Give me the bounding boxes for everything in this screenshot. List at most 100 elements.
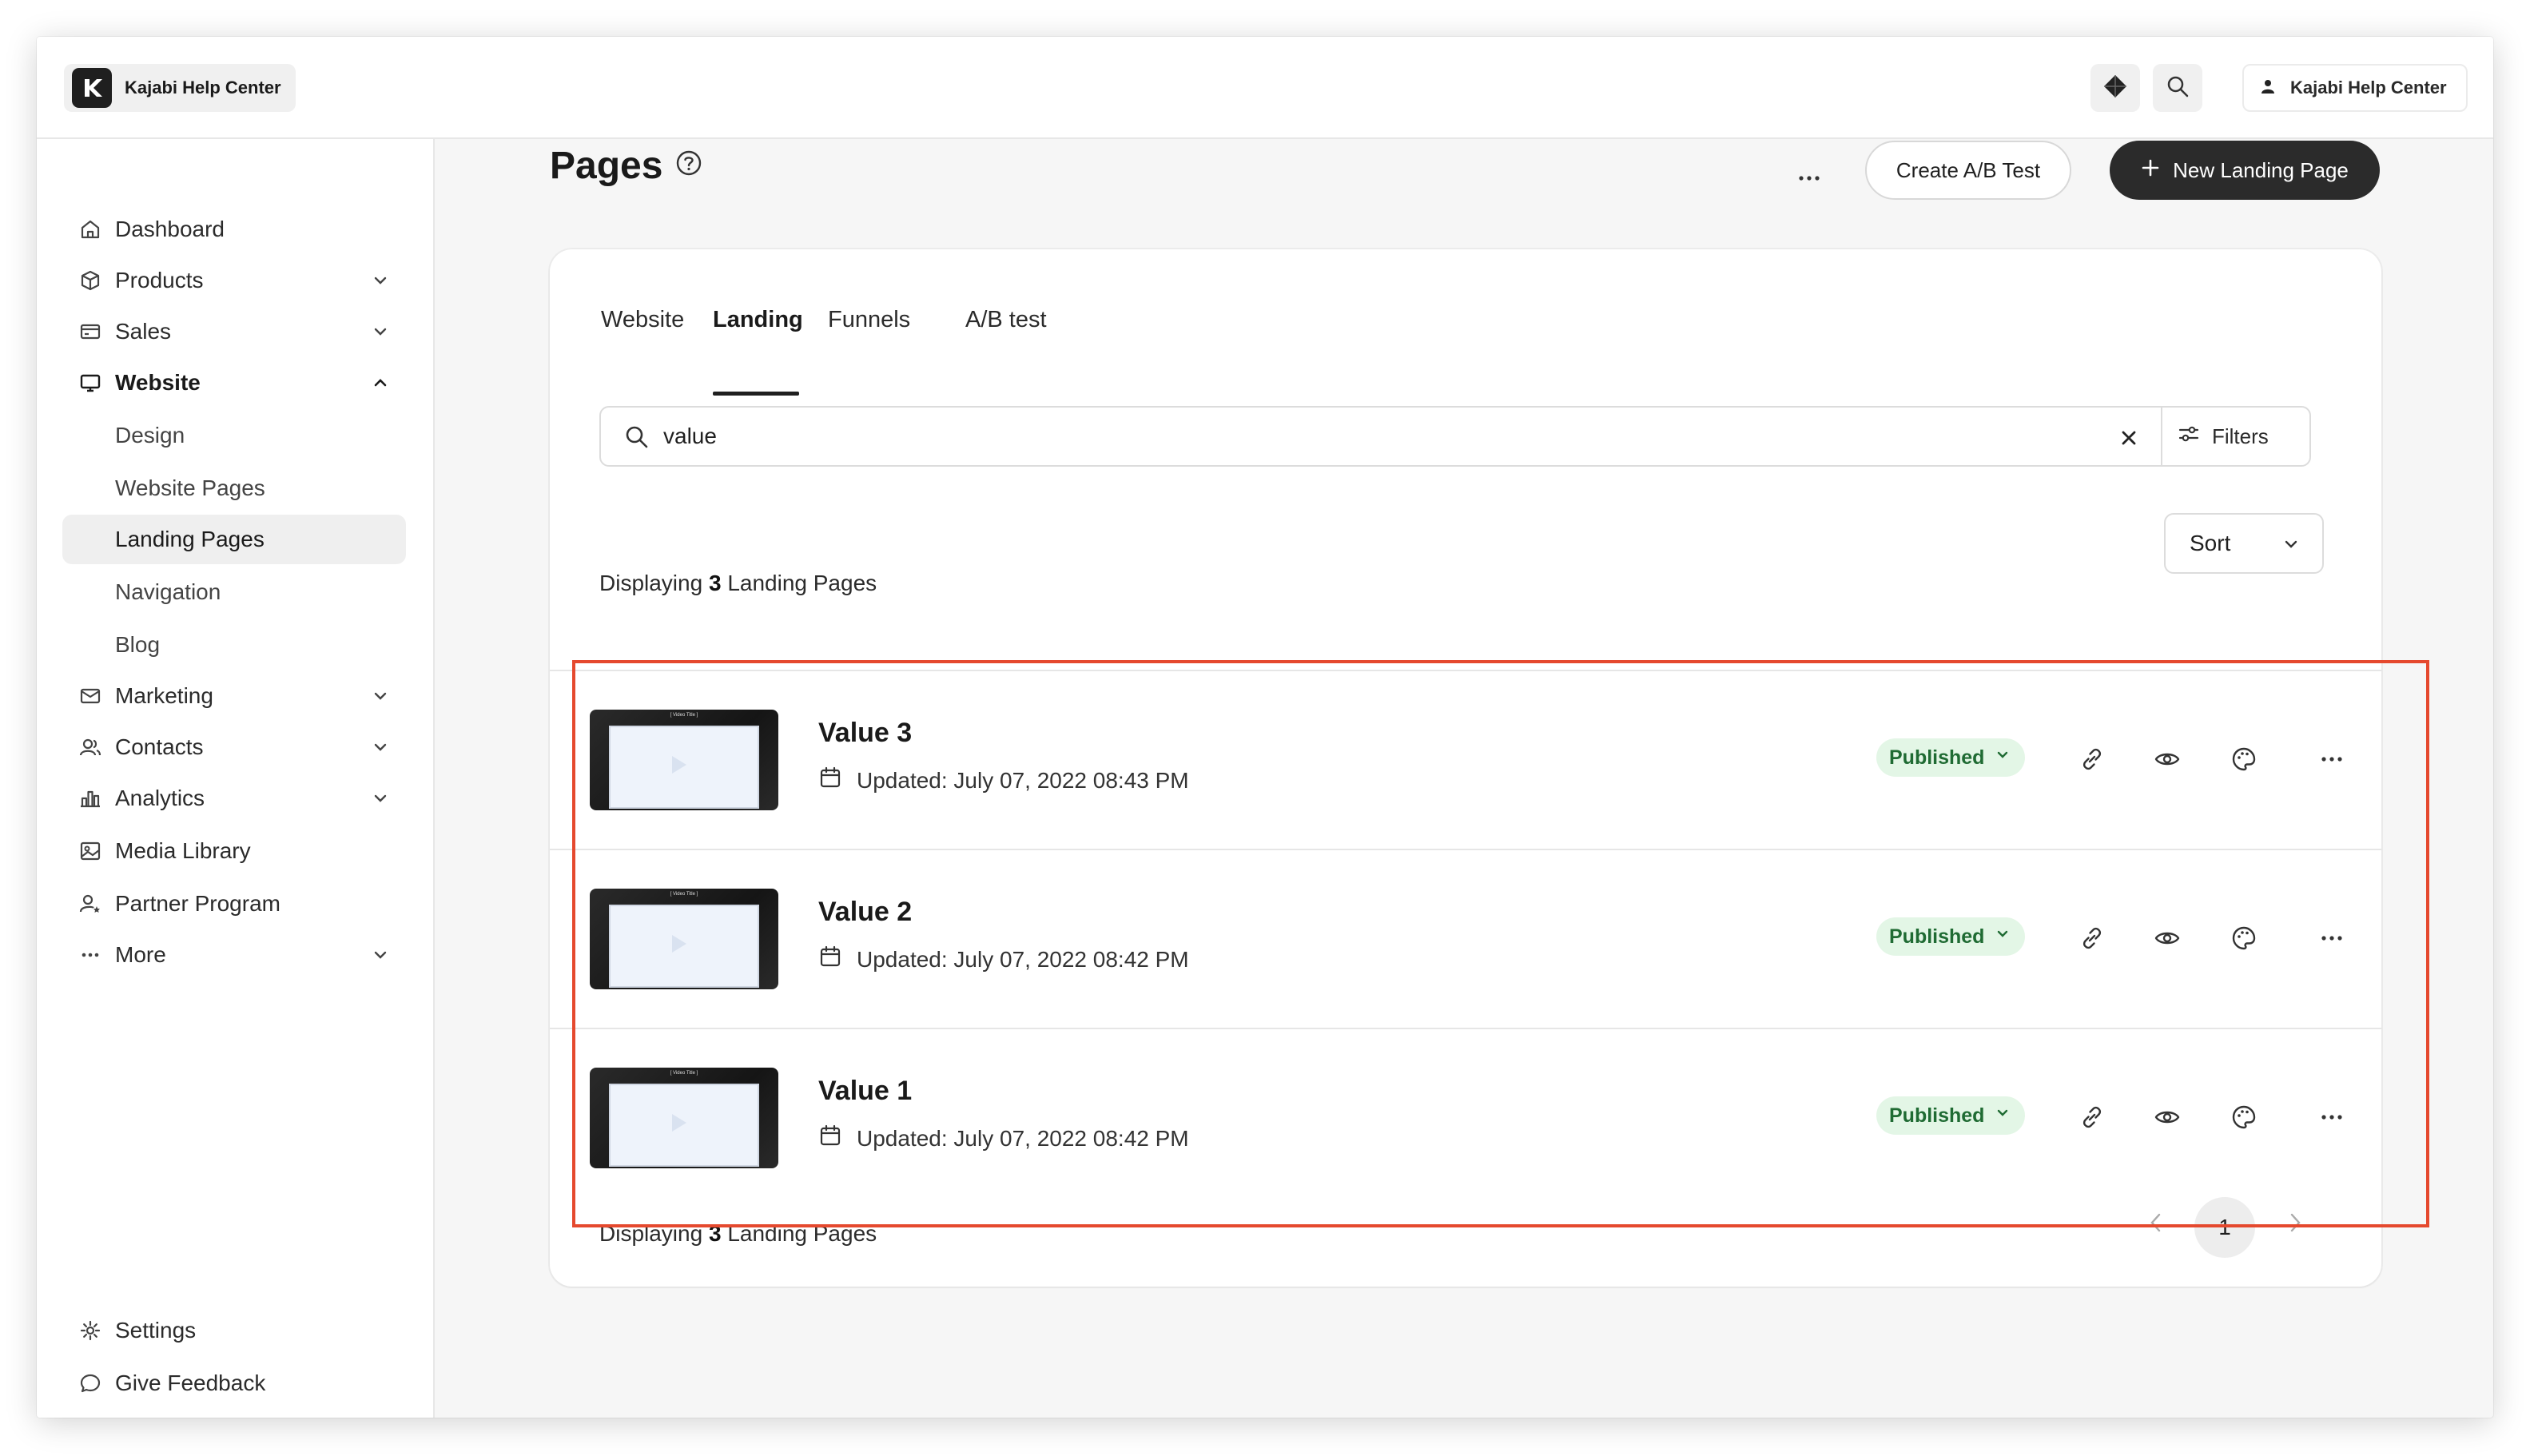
link-icon[interactable]: [2076, 922, 2108, 954]
list-item[interactable]: [ Video Title ] Value 1 Updated: July 07…: [550, 1028, 2381, 1205]
page-title-text[interactable]: Value 2: [818, 897, 912, 928]
sidebar-item-marketing[interactable]: Marketing: [62, 671, 406, 721]
sidebar-item-label: Contacts: [115, 734, 204, 759]
sidebar-item-sales[interactable]: Sales: [62, 307, 406, 356]
eye-icon[interactable]: [2151, 922, 2183, 954]
page-updated: Updated: July 07, 2022 08:43 PM: [818, 766, 1189, 795]
play-icon: [672, 1114, 686, 1132]
tab-landing[interactable]: Landing: [713, 307, 803, 333]
help-circle-icon[interactable]: [674, 149, 703, 177]
sidebar-item-label: More: [115, 942, 166, 967]
sidebar-item-give-feedback[interactable]: Give Feedback: [62, 1359, 406, 1408]
sidebar-item-label: Partner Program: [115, 891, 280, 916]
sidebar-item-design[interactable]: Design: [62, 411, 406, 460]
tab-website[interactable]: Website: [601, 307, 684, 333]
monitor-icon: [77, 369, 104, 396]
clear-search-icon[interactable]: [2116, 425, 2142, 451]
sidebar-item-label: Blog: [115, 632, 161, 657]
count-prefix: Displaying: [599, 571, 703, 595]
results-count-top: Displaying 3 Landing Pages: [599, 571, 877, 596]
palette-icon[interactable]: [2228, 922, 2260, 954]
row-more-icon[interactable]: [2316, 743, 2348, 775]
list-item[interactable]: [ Video Title ] Value 2 Updated: July 07…: [550, 849, 2381, 1026]
mail-icon: [77, 682, 104, 710]
eye-icon[interactable]: [2151, 1101, 2183, 1133]
chevron-down-icon: [1994, 925, 2011, 949]
status-badge[interactable]: Published: [1876, 917, 2025, 956]
search-input[interactable]: value: [663, 424, 717, 449]
page-more-button[interactable]: [1787, 157, 1832, 201]
row-more-icon[interactable]: [2316, 922, 2348, 954]
status-badge[interactable]: Published: [1876, 1096, 2025, 1135]
sort-dropdown[interactable]: Sort: [2164, 513, 2324, 574]
thumbnail-caption: [ Video Title ]: [670, 713, 698, 718]
thumbnail-caption: [ Video Title ]: [670, 1071, 698, 1076]
list-item[interactable]: [ Video Title ] Value 3 Updated: July 07…: [550, 670, 2381, 847]
brand-name: Kajabi Help Center: [125, 78, 281, 97]
users-icon: [77, 734, 104, 761]
sidebar-item-navigation[interactable]: Navigation: [62, 567, 406, 617]
brand-switcher[interactable]: Kajabi Help Center: [64, 64, 296, 112]
chevron-right-icon[interactable]: [2279, 1207, 2311, 1239]
filters-button[interactable]: Filters: [2177, 408, 2269, 465]
palette-icon[interactable]: [2228, 743, 2260, 775]
sidebar-item-media-library[interactable]: Media Library: [62, 826, 406, 876]
thumbnail-caption: [ Video Title ]: [670, 892, 698, 897]
sidebar-item-settings[interactable]: Settings: [62, 1306, 406, 1355]
sidebar-item-landing-pages[interactable]: Landing Pages: [62, 515, 406, 564]
global-search-button[interactable]: [2153, 64, 2202, 112]
upgrade-button[interactable]: [2090, 64, 2140, 112]
bar-chart-icon: [77, 785, 104, 812]
chevron-down-icon: [369, 685, 392, 707]
home-icon: [77, 216, 104, 243]
link-icon[interactable]: [2076, 743, 2108, 775]
page-title-text[interactable]: Value 1: [818, 1076, 912, 1107]
page-updated: Updated: July 07, 2022 08:42 PM: [818, 1124, 1189, 1153]
sidebar-item-label: Dashboard: [115, 217, 225, 241]
play-icon: [672, 935, 686, 953]
sidebar-item-analytics[interactable]: Analytics: [62, 774, 406, 823]
account-name: Kajabi Help Center: [2290, 78, 2447, 97]
link-icon[interactable]: [2076, 1101, 2108, 1133]
sidebar-item-more[interactable]: More: [62, 930, 406, 980]
chevron-down-icon: [369, 320, 392, 343]
app-window: Kajabi Help Center Kajabi Help Center Da…: [37, 37, 2493, 1418]
chevron-left-icon[interactable]: [2140, 1207, 2172, 1239]
pages-card: Website Landing Funnels A/B test value F…: [550, 249, 2381, 1287]
palette-icon[interactable]: [2228, 1101, 2260, 1133]
create-ab-test-button[interactable]: Create A/B Test: [1865, 141, 2071, 200]
sidebar-item-label: Design: [115, 423, 185, 448]
page-thumbnail: [ Video Title ]: [590, 1068, 778, 1168]
sidebar-item-partner-program[interactable]: Partner Program: [62, 879, 406, 929]
chat-bubble-icon: [77, 1370, 104, 1397]
sidebar-item-website[interactable]: Website: [62, 358, 406, 408]
sidebar-item-dashboard[interactable]: Dashboard: [62, 205, 406, 254]
sidebar-item-contacts[interactable]: Contacts: [62, 722, 406, 772]
kajabi-logo-icon: [72, 68, 112, 108]
sidebar: Dashboard Products Sales Website Design …: [37, 139, 435, 1418]
sidebar-item-label: Website Pages: [115, 475, 265, 500]
sidebar-item-blog[interactable]: Blog: [62, 620, 406, 670]
sidebar-item-website-pages[interactable]: Website Pages: [62, 463, 406, 513]
new-landing-page-label: New Landing Page: [2173, 157, 2349, 182]
tab-funnels[interactable]: Funnels: [828, 307, 910, 333]
chevron-up-icon: [369, 372, 392, 394]
eye-icon[interactable]: [2151, 743, 2183, 775]
status-badge[interactable]: Published: [1876, 738, 2025, 777]
tab-ab-test[interactable]: A/B test: [965, 307, 1047, 333]
calendar-icon: [818, 766, 842, 795]
row-more-icon[interactable]: [2316, 1101, 2348, 1133]
ellipsis-icon: [77, 941, 104, 969]
user-icon: [2260, 78, 2276, 98]
page-updated: Updated: July 07, 2022 08:42 PM: [818, 945, 1189, 974]
account-menu[interactable]: Kajabi Help Center: [2242, 64, 2468, 112]
sidebar-item-products[interactable]: Products: [62, 256, 406, 305]
page-number-button[interactable]: 1: [2194, 1197, 2255, 1258]
sidebar-item-label: Website: [115, 370, 201, 395]
updated-text: Updated: July 07, 2022 08:42 PM: [857, 1125, 1189, 1151]
page-title-text[interactable]: Value 3: [818, 718, 912, 749]
gear-icon: [77, 1317, 104, 1344]
page-title: Pages: [550, 145, 663, 187]
page-thumbnail: [ Video Title ]: [590, 889, 778, 989]
new-landing-page-button[interactable]: New Landing Page: [2110, 141, 2380, 200]
